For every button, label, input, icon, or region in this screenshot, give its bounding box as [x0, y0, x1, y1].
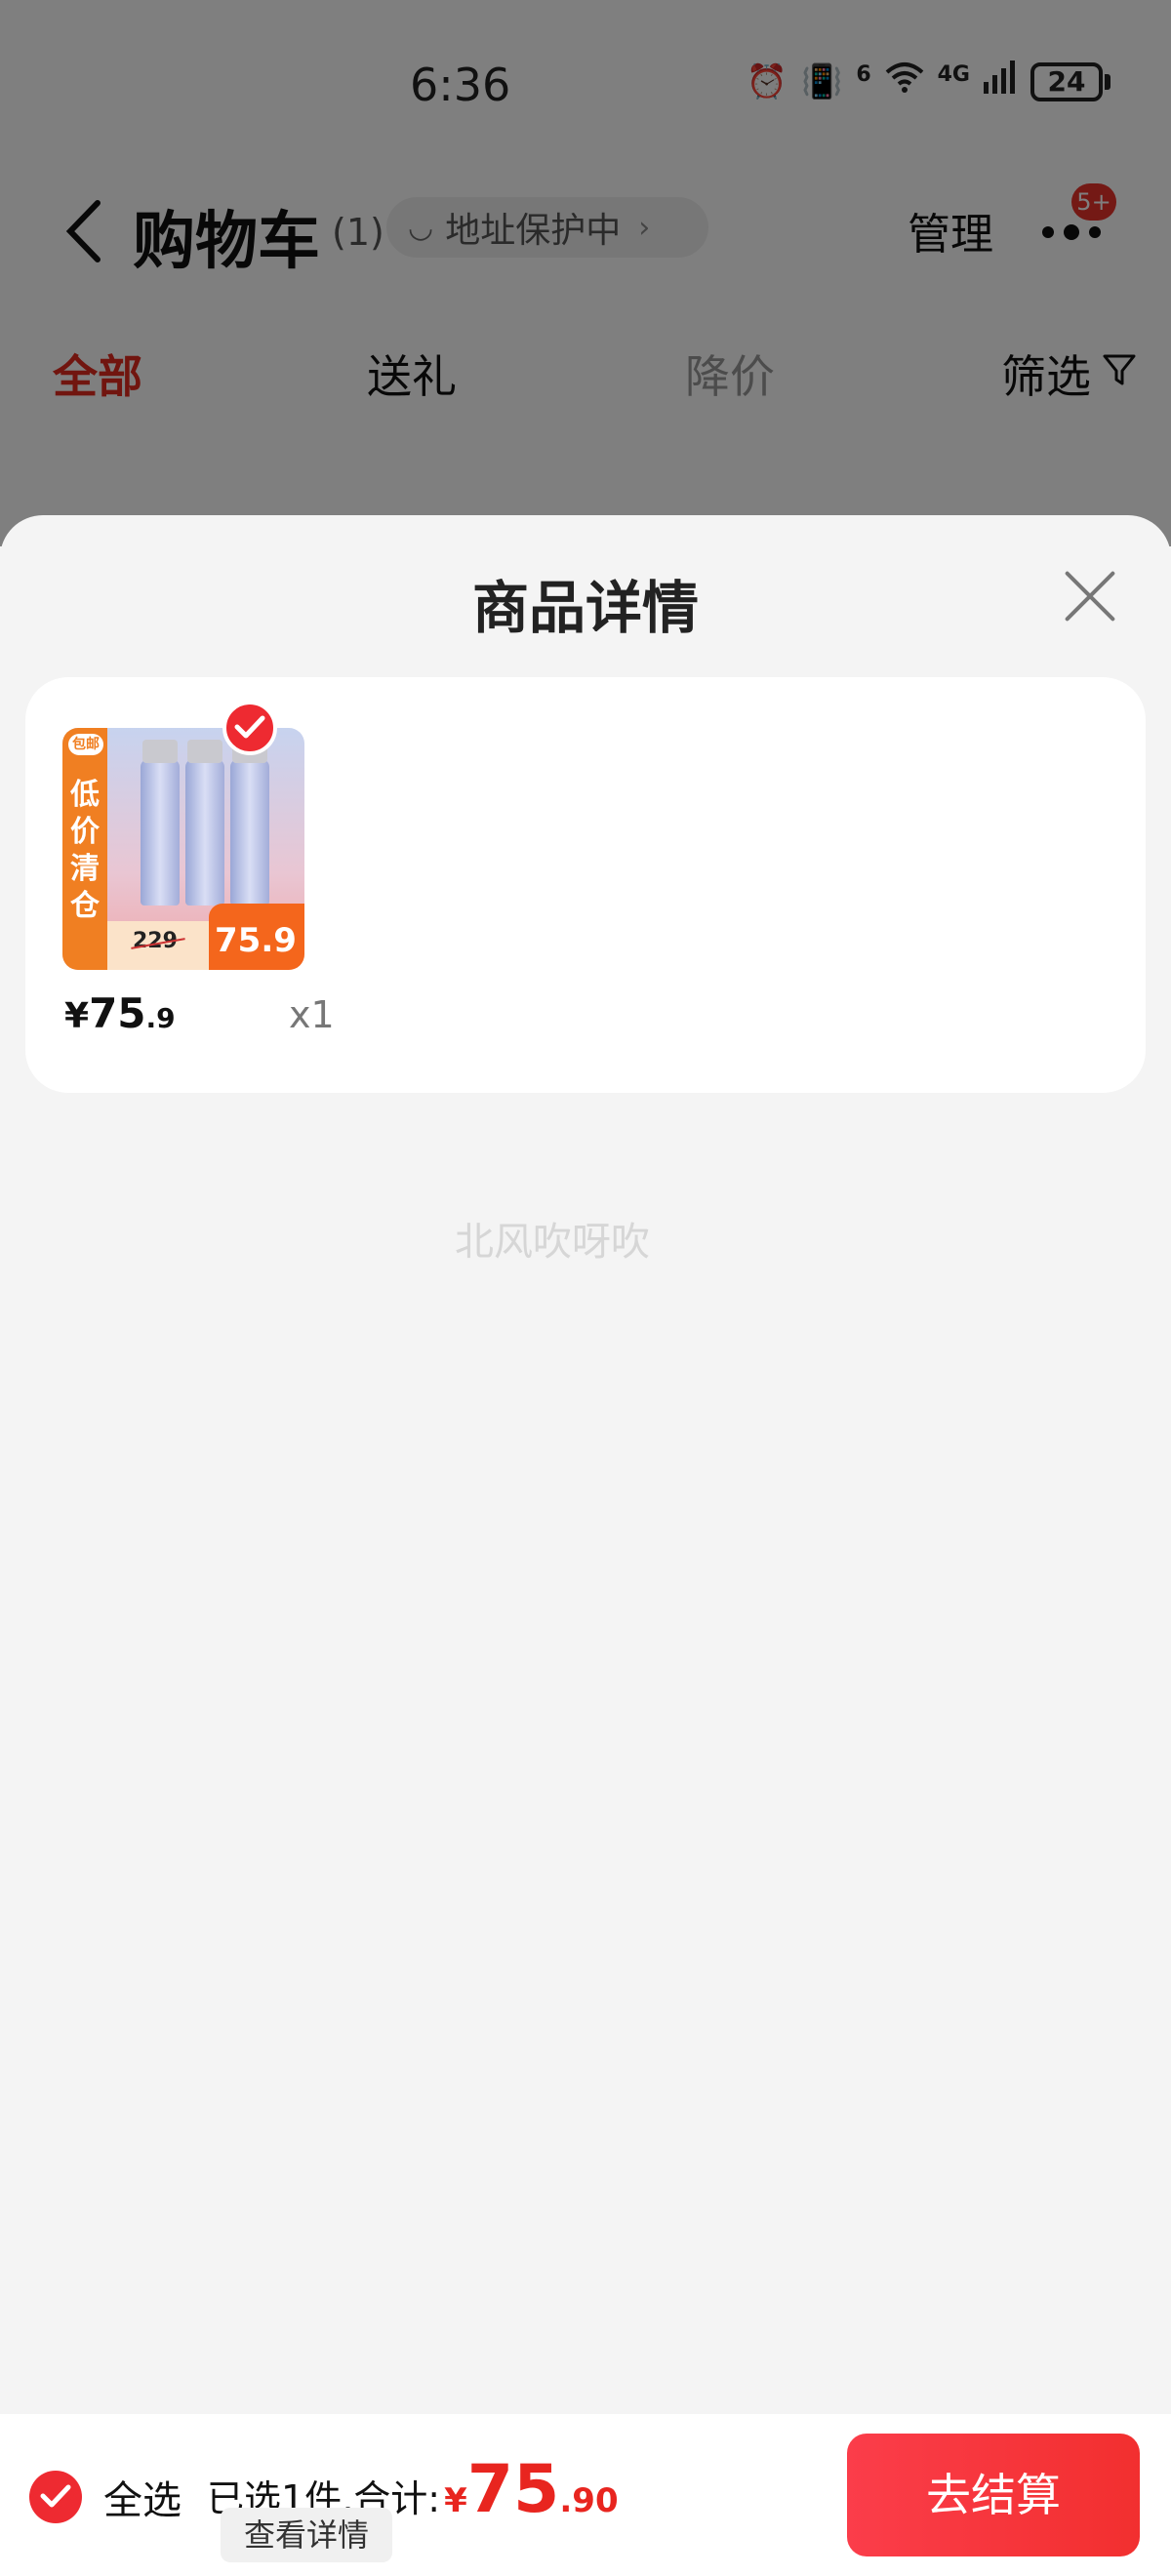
- watermark: 北风吹呀吹: [455, 1220, 650, 1265]
- price-symbol: ¥: [64, 996, 90, 1036]
- product-thumbnail[interactable]: 包邮 低价清仓 229 75.9: [62, 728, 304, 970]
- bottle-image: [230, 740, 269, 906]
- product-detail-sheet: 商品详情 包邮 低价清仓 229 75.9 ¥75.9 x1 北风吹呀吹: [0, 515, 1171, 2414]
- screen: 6:36 ⏰ 📳 6 4G 24: [0, 0, 1171, 2576]
- product-card: 包邮 低价清仓 229 75.9 ¥75.9 x1: [25, 677, 1146, 1093]
- thumbnail-price-box: 75.9: [209, 904, 304, 970]
- checkout-bar: 全选 已选1件,合计: ¥ 75 .90 查看详情 去结算: [0, 2414, 1171, 2576]
- bottle-image: [185, 740, 224, 906]
- thumbnail-side-text: 低价清仓: [70, 778, 100, 923]
- bottle-image: [141, 740, 180, 906]
- price-decimal: .9: [145, 1002, 176, 1034]
- total-symbol: ¥: [444, 2481, 467, 2520]
- thumbnail-price: 75.9: [215, 921, 297, 960]
- product-quantity: x1: [289, 993, 335, 1036]
- dim-overlay[interactable]: [0, 0, 1171, 546]
- price-integer: 75: [89, 989, 146, 1037]
- view-details-button[interactable]: 查看详情: [221, 2508, 392, 2562]
- product-check-icon[interactable]: [222, 701, 277, 755]
- select-all-label[interactable]: 全选: [103, 2469, 182, 2525]
- select-all-check-icon[interactable]: [29, 2471, 82, 2523]
- thumbnail-original-price: 229: [133, 929, 178, 953]
- total-decimal: .90: [559, 2481, 619, 2520]
- thumbnail-tag: 包邮: [68, 734, 103, 755]
- checkout-button[interactable]: 去结算: [847, 2434, 1140, 2556]
- sheet-title: 商品详情: [471, 575, 699, 641]
- product-price: ¥75.9: [64, 989, 176, 1037]
- total-integer: 75: [466, 2451, 560, 2528]
- close-icon[interactable]: [1062, 568, 1118, 624]
